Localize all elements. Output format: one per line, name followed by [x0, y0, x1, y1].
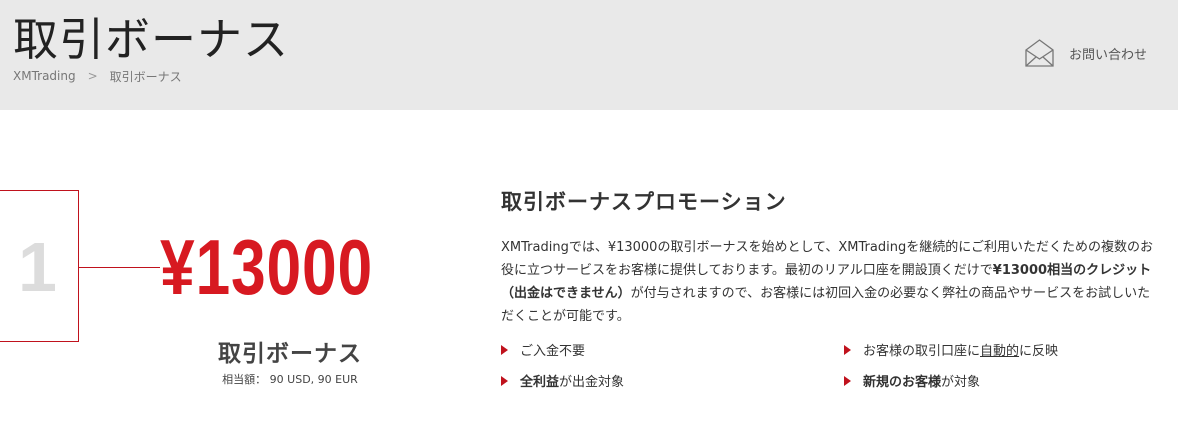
promo-title: 取引ボーナスプロモーション	[501, 190, 787, 214]
feature-text: お客様の取引口座に	[863, 344, 981, 359]
page-title: 取引ボーナス	[13, 13, 290, 66]
envelope-icon	[1025, 39, 1054, 67]
feature-text-bold: 新規のお客様	[863, 375, 942, 390]
bonus-equivalent: 相当額： 90 USD, 90 EUR	[222, 373, 358, 386]
breadcrumb-current: 取引ボーナス	[109, 69, 182, 84]
bonus-connector-line	[78, 267, 160, 268]
feature-text: が出金対象	[559, 375, 625, 390]
bullet-arrow-icon	[844, 344, 851, 355]
bullet-arrow-icon	[844, 375, 851, 386]
feature-item: 新規のお客様 が対象	[844, 371, 980, 390]
contact-label: お問い合わせ	[1069, 47, 1148, 63]
contact-link[interactable]: お問い合わせ	[1024, 38, 1147, 68]
breadcrumb-separator: >	[87, 69, 98, 83]
promo-description: XMTradingでは、¥13000の取引ボーナスを始めとして、XMTradin…	[501, 236, 1161, 328]
bonus-label: 取引ボーナス	[218, 341, 362, 367]
feature-text: が対象	[941, 375, 981, 390]
bonus-amount: ¥13000	[160, 223, 374, 311]
feature-item: お客様の取引口座に 自動的 に反映	[844, 340, 1058, 359]
bullet-arrow-icon	[501, 375, 508, 386]
bullet-arrow-icon	[501, 344, 508, 355]
bonus-number: 1	[18, 228, 57, 306]
feature-text-underline: 自動的	[980, 344, 1020, 359]
feature-text: ご入金不要	[520, 344, 586, 359]
breadcrumb-home-link[interactable]: XMTrading	[13, 69, 76, 83]
page-header: 取引ボーナス XMTrading > 取引ボーナス お問い合わせ	[0, 0, 1178, 110]
feature-item: 全利益 が出金対象	[501, 371, 624, 390]
feature-item: ご入金不要	[501, 340, 585, 359]
breadcrumb: XMTrading > 取引ボーナス	[13, 68, 182, 84]
feature-text-bold: 全利益	[520, 375, 560, 390]
feature-text: に反映	[1019, 344, 1059, 359]
